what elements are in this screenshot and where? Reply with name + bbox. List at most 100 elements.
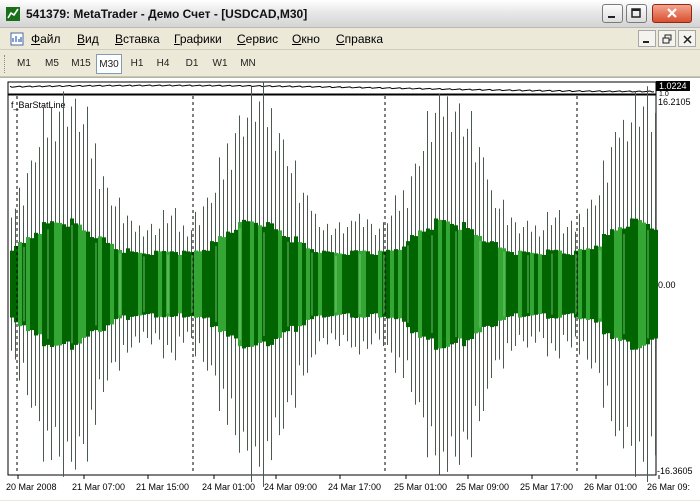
body-bar: [538, 254, 542, 315]
body-bar: [302, 242, 306, 326]
body-bar: [402, 246, 406, 322]
timeframe-m15[interactable]: M15: [68, 54, 94, 74]
body-bar: [134, 252, 138, 317]
body-bar: [186, 251, 190, 317]
body-bar: [342, 254, 346, 315]
body-bar: [482, 241, 486, 327]
body-bar: [246, 221, 250, 348]
body-bar: [594, 245, 598, 323]
menu-file[interactable]: Файл: [31, 32, 61, 46]
child-close-button[interactable]: [678, 30, 696, 47]
menu-bar: Файл Вид Вставка Графики Сервис Окно Спр…: [0, 28, 700, 50]
body-bar: [78, 224, 82, 344]
body-bar: [110, 243, 114, 325]
body-bar: [434, 218, 438, 350]
x-tick-label: 24 Mar 01:00: [202, 482, 255, 492]
body-bar: [322, 250, 326, 318]
child-minimize-button[interactable]: [638, 30, 656, 47]
timeframe-h1[interactable]: H1: [126, 54, 148, 74]
body-bar: [614, 230, 618, 338]
timeframe-m1[interactable]: M1: [12, 54, 36, 74]
timeframe-w1[interactable]: W1: [208, 54, 232, 74]
body-bar: [490, 241, 494, 328]
menu-tools[interactable]: Сервис: [237, 32, 278, 46]
body-bar: [374, 254, 378, 314]
restore-icon: [662, 34, 672, 44]
body-bar: [602, 233, 606, 335]
body-bar: [442, 220, 446, 349]
x-tick-label: 25 Mar 09:00: [456, 482, 509, 492]
body-bar: [162, 250, 166, 318]
body-bar: [562, 253, 566, 315]
body-bar: [178, 254, 182, 314]
body-bar: [86, 231, 90, 337]
body-bar: [638, 220, 642, 349]
body-bar: [106, 242, 110, 326]
body-bar: [194, 250, 198, 318]
body-bar: [626, 226, 630, 342]
body-bar: [650, 228, 654, 340]
body-bar: [530, 252, 534, 316]
close-icon: [683, 35, 692, 44]
timeframe-m5[interactable]: M5: [40, 54, 64, 74]
body-bar: [494, 242, 498, 327]
body-bar: [642, 222, 646, 346]
body-bar: [138, 252, 142, 316]
body-bar: [378, 250, 382, 318]
body-bar: [230, 232, 234, 336]
body-bar: [534, 253, 538, 315]
x-tick-label: 24 Mar 09:00: [264, 482, 317, 492]
body-bar: [474, 234, 478, 334]
body-bar: [466, 228, 470, 341]
body-bar: [98, 236, 102, 332]
menu-view[interactable]: Вид: [77, 32, 99, 46]
body-bar: [158, 251, 162, 317]
body-bar: [410, 235, 414, 334]
menu-charts[interactable]: Графики: [174, 32, 222, 46]
body-bar: [390, 250, 394, 318]
timeframe-h4[interactable]: H4: [152, 54, 174, 74]
body-bar: [486, 242, 490, 326]
body-bar: [438, 219, 442, 349]
current-price-label: 1.0224: [659, 81, 687, 91]
body-bar: [370, 254, 374, 315]
child-restore-button[interactable]: [658, 30, 676, 47]
x-tick-label: 25 Mar 17:00: [520, 482, 573, 492]
menu-insert[interactable]: Вставка: [115, 32, 160, 46]
timeframe-m30[interactable]: M30: [96, 54, 122, 74]
body-bar: [346, 254, 350, 314]
minimize-button[interactable]: [602, 4, 623, 23]
body-bar: [226, 231, 230, 337]
timeframe-d1[interactable]: D1: [180, 54, 204, 74]
maximize-button[interactable]: [626, 4, 647, 23]
body-bar: [450, 223, 454, 345]
toolbar-grip[interactable]: [4, 55, 7, 73]
chart-canvas[interactable]: 1.0224 1.0 f_BarStatLine 16.2105 0.00 -1…: [0, 78, 700, 501]
body-bar: [146, 254, 150, 315]
body-bar: [426, 228, 430, 340]
chart-window[interactable]: 1.0224 1.0 f_BarStatLine 16.2105 0.00 -1…: [0, 77, 700, 500]
x-tick-label: 20 Mar 2008: [6, 482, 57, 492]
minimize-icon: [608, 16, 615, 18]
body-bar: [62, 224, 66, 345]
body-bar: [546, 249, 550, 319]
close-button[interactable]: [652, 4, 692, 23]
body-bar: [522, 251, 526, 317]
title-bar[interactable]: 541379: MetaTrader - Демо Счет - [USDCAD…: [0, 0, 700, 28]
body-bar: [254, 222, 258, 346]
timeframe-mn[interactable]: MN: [236, 54, 260, 74]
body-bar: [154, 250, 158, 318]
close-icon: [667, 8, 677, 18]
body-bar: [278, 230, 282, 338]
menu-help[interactable]: Справка: [336, 32, 383, 46]
chart-document-icon[interactable]: [9, 31, 25, 47]
body-bar: [82, 230, 86, 338]
body-bar: [102, 237, 106, 331]
body-bar: [386, 249, 390, 319]
body-bar: [570, 254, 574, 314]
menu-window[interactable]: Окно: [292, 32, 320, 46]
body-bar: [26, 237, 30, 332]
x-tick-label: 24 Mar 17:00: [328, 482, 381, 492]
body-bar: [174, 252, 178, 317]
x-tick-label: 21 Mar 07:00: [72, 482, 125, 492]
